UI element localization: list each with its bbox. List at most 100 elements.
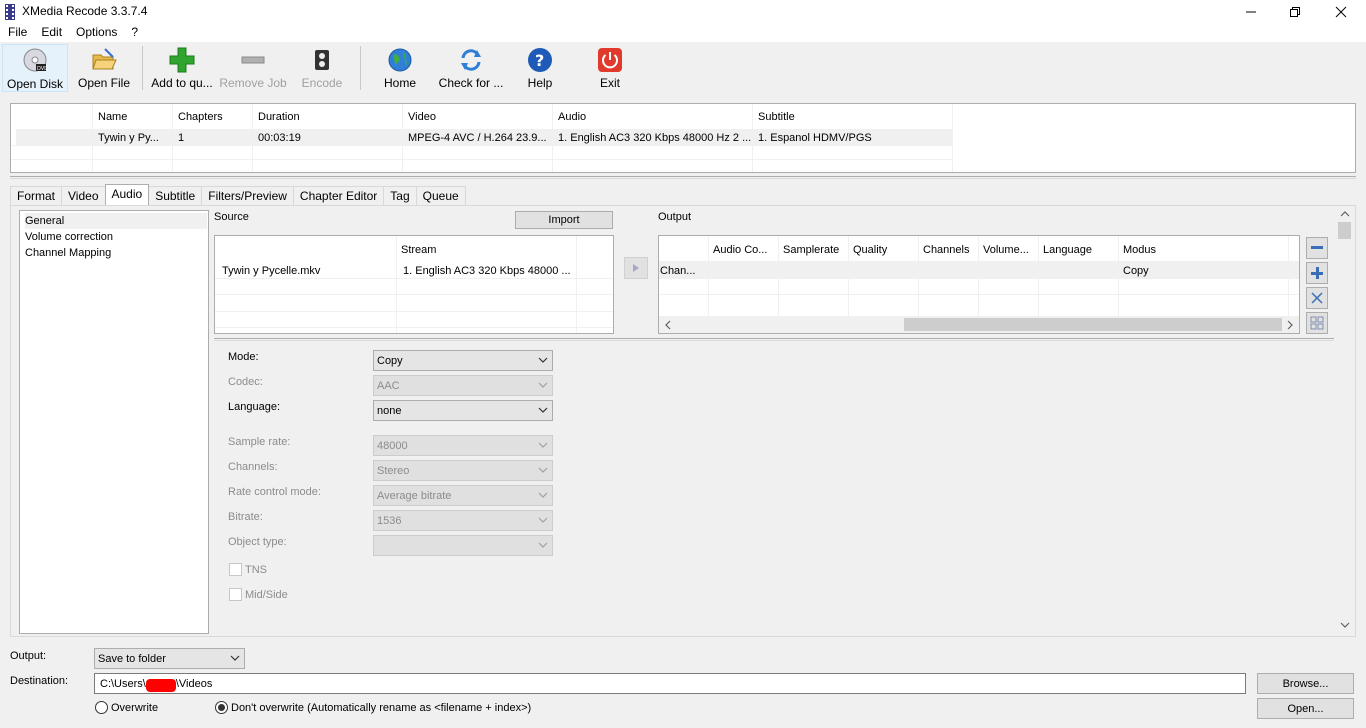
- scroll-down-icon[interactable]: [1340, 622, 1350, 628]
- close-button[interactable]: [1318, 0, 1364, 24]
- column-header-video[interactable]: Video: [402, 106, 552, 126]
- column-header-subtitle[interactable]: Subtitle: [752, 106, 952, 126]
- help-button[interactable]: ? Help: [514, 44, 566, 92]
- bitrate-select[interactable]: 1536: [373, 510, 553, 531]
- splitter[interactable]: [10, 176, 1356, 179]
- splitter[interactable]: [214, 338, 1334, 341]
- disc-icon: DVD: [22, 48, 48, 74]
- source-grid[interactable]: Stream Tywin y Pycelle.mkv 1. English AC…: [214, 235, 614, 334]
- column-header-samplerate[interactable]: Samplerate: [778, 238, 848, 258]
- vertical-scrollbar[interactable]: [1336, 207, 1353, 635]
- nav-item-volume-correction[interactable]: Volume correction: [25, 229, 207, 245]
- menu-options[interactable]: Options: [68, 24, 123, 42]
- scrollbar-thumb[interactable]: [1338, 222, 1351, 239]
- overwrite-radio[interactable]: [95, 701, 108, 714]
- tns-checkbox[interactable]: [229, 563, 242, 576]
- rate-control-select[interactable]: Average bitrate: [373, 485, 553, 506]
- check-for-updates-button[interactable]: Check for ...: [434, 44, 508, 92]
- nav-item-channel-mapping[interactable]: Channel Mapping: [25, 245, 207, 261]
- tab-filters-preview[interactable]: Filters/Preview: [201, 186, 294, 205]
- dont-overwrite-radio[interactable]: [215, 701, 228, 714]
- encode-button[interactable]: Encode: [292, 44, 352, 92]
- svg-text:?: ?: [535, 51, 544, 70]
- tab-chapter-editor[interactable]: Chapter Editor: [292, 186, 385, 205]
- column-header-modus[interactable]: Modus: [1118, 238, 1288, 258]
- row-subtitle: 1. Espanol HDMV/PGS: [758, 132, 872, 144]
- nav-item-general[interactable]: General: [25, 213, 207, 229]
- remove-output-button[interactable]: [1306, 237, 1328, 259]
- scroll-up-icon[interactable]: [1340, 211, 1350, 217]
- row-chapters: 1: [178, 132, 185, 144]
- delete-output-button[interactable]: [1306, 287, 1328, 309]
- object-type-select[interactable]: [373, 535, 553, 556]
- row-audio: 1. English AC3 320 Kbps 48000 Hz 2 ...: [558, 132, 752, 144]
- codec-select[interactable]: AAC: [373, 375, 553, 396]
- midside-checkbox[interactable]: [229, 588, 242, 601]
- scroll-left-icon[interactable]: [665, 320, 671, 330]
- output-grid[interactable]: Audio Co... Samplerate Quality Channels …: [658, 235, 1300, 334]
- refresh-icon: [458, 47, 484, 73]
- add-output-button[interactable]: [1306, 262, 1328, 284]
- tns-label: TNS: [245, 564, 267, 576]
- exit-button[interactable]: Exit: [586, 44, 634, 92]
- grid-output-button[interactable]: [1306, 312, 1328, 334]
- bitrate-label: Bitrate:: [228, 511, 263, 523]
- mode-select[interactable]: Copy: [373, 350, 553, 371]
- toolbar-separator: [360, 46, 361, 90]
- open-disk-button[interactable]: DVD Open Disk: [2, 44, 68, 92]
- scroll-right-icon[interactable]: [1287, 320, 1293, 330]
- samplerate-select[interactable]: 48000: [373, 435, 553, 456]
- remove-job-button[interactable]: Remove Job: [218, 44, 288, 92]
- tab-audio[interactable]: Audio: [104, 184, 150, 205]
- tab-bar: Format Video Audio Subtitle Filters/Prev…: [10, 184, 466, 205]
- plus-icon: [169, 47, 195, 73]
- tab-video[interactable]: Video: [61, 186, 106, 205]
- column-header-audio-codec[interactable]: Audio Co...: [708, 238, 778, 258]
- x-icon: [1311, 292, 1323, 304]
- output-mode-select[interactable]: Save to folder: [94, 648, 245, 669]
- open-button[interactable]: Open...: [1257, 698, 1354, 719]
- file-list[interactable]: Name Chapters Duration Video Audio Subti…: [10, 103, 1356, 173]
- column-header-language[interactable]: Language: [1038, 238, 1118, 258]
- menu-help[interactable]: ?: [123, 24, 144, 42]
- chevron-down-icon: [538, 442, 548, 448]
- browse-button[interactable]: Browse...: [1257, 673, 1354, 694]
- column-header-stream[interactable]: Stream: [396, 238, 576, 258]
- scrollbar-thumb[interactable]: [904, 318, 1282, 331]
- horizontal-scrollbar[interactable]: [659, 316, 1299, 333]
- restore-button[interactable]: [1272, 0, 1318, 24]
- overwrite-label: Overwrite: [111, 702, 159, 714]
- home-button[interactable]: Home: [370, 44, 430, 92]
- restore-icon: [1290, 7, 1300, 17]
- menu-file[interactable]: File: [0, 24, 33, 42]
- add-stream-button[interactable]: [624, 257, 648, 279]
- open-file-button[interactable]: Open File: [72, 44, 136, 92]
- column-header-duration[interactable]: Duration: [252, 106, 402, 126]
- channels-select[interactable]: Stereo: [373, 460, 553, 481]
- minimize-button[interactable]: [1228, 0, 1274, 24]
- tab-tag[interactable]: Tag: [383, 186, 417, 205]
- column-header-chapters[interactable]: Chapters: [172, 106, 252, 126]
- column-header-volume[interactable]: Volume...: [978, 238, 1038, 258]
- question-icon: ?: [527, 47, 553, 73]
- source-stream: 1. English AC3 320 Kbps 48000 ...: [403, 265, 571, 277]
- menu-edit[interactable]: Edit: [33, 24, 68, 42]
- tab-format[interactable]: Format: [10, 186, 63, 205]
- column-header-channels[interactable]: Channels: [918, 238, 978, 258]
- tab-queue[interactable]: Queue: [415, 186, 466, 205]
- column-header-name[interactable]: Name: [92, 106, 172, 126]
- tab-subtitle[interactable]: Subtitle: [148, 186, 203, 205]
- output-mode-label: Output:: [10, 650, 47, 662]
- import-button[interactable]: Import: [515, 211, 613, 229]
- toolbar: DVD Open Disk Open File Add to qu... Rem…: [0, 42, 1366, 94]
- redacted-username: [145, 679, 176, 692]
- language-select[interactable]: none: [373, 400, 553, 421]
- destination-input[interactable]: C:\Users\ \Videos: [94, 673, 1246, 694]
- mode-label: Mode:: [228, 351, 259, 363]
- power-icon: [597, 47, 623, 73]
- column-header-audio[interactable]: Audio: [552, 106, 752, 126]
- chevron-down-icon: [538, 467, 548, 473]
- plus-icon: [1311, 267, 1323, 279]
- column-header-quality[interactable]: Quality: [848, 238, 918, 258]
- add-to-queue-button[interactable]: Add to qu...: [148, 44, 216, 92]
